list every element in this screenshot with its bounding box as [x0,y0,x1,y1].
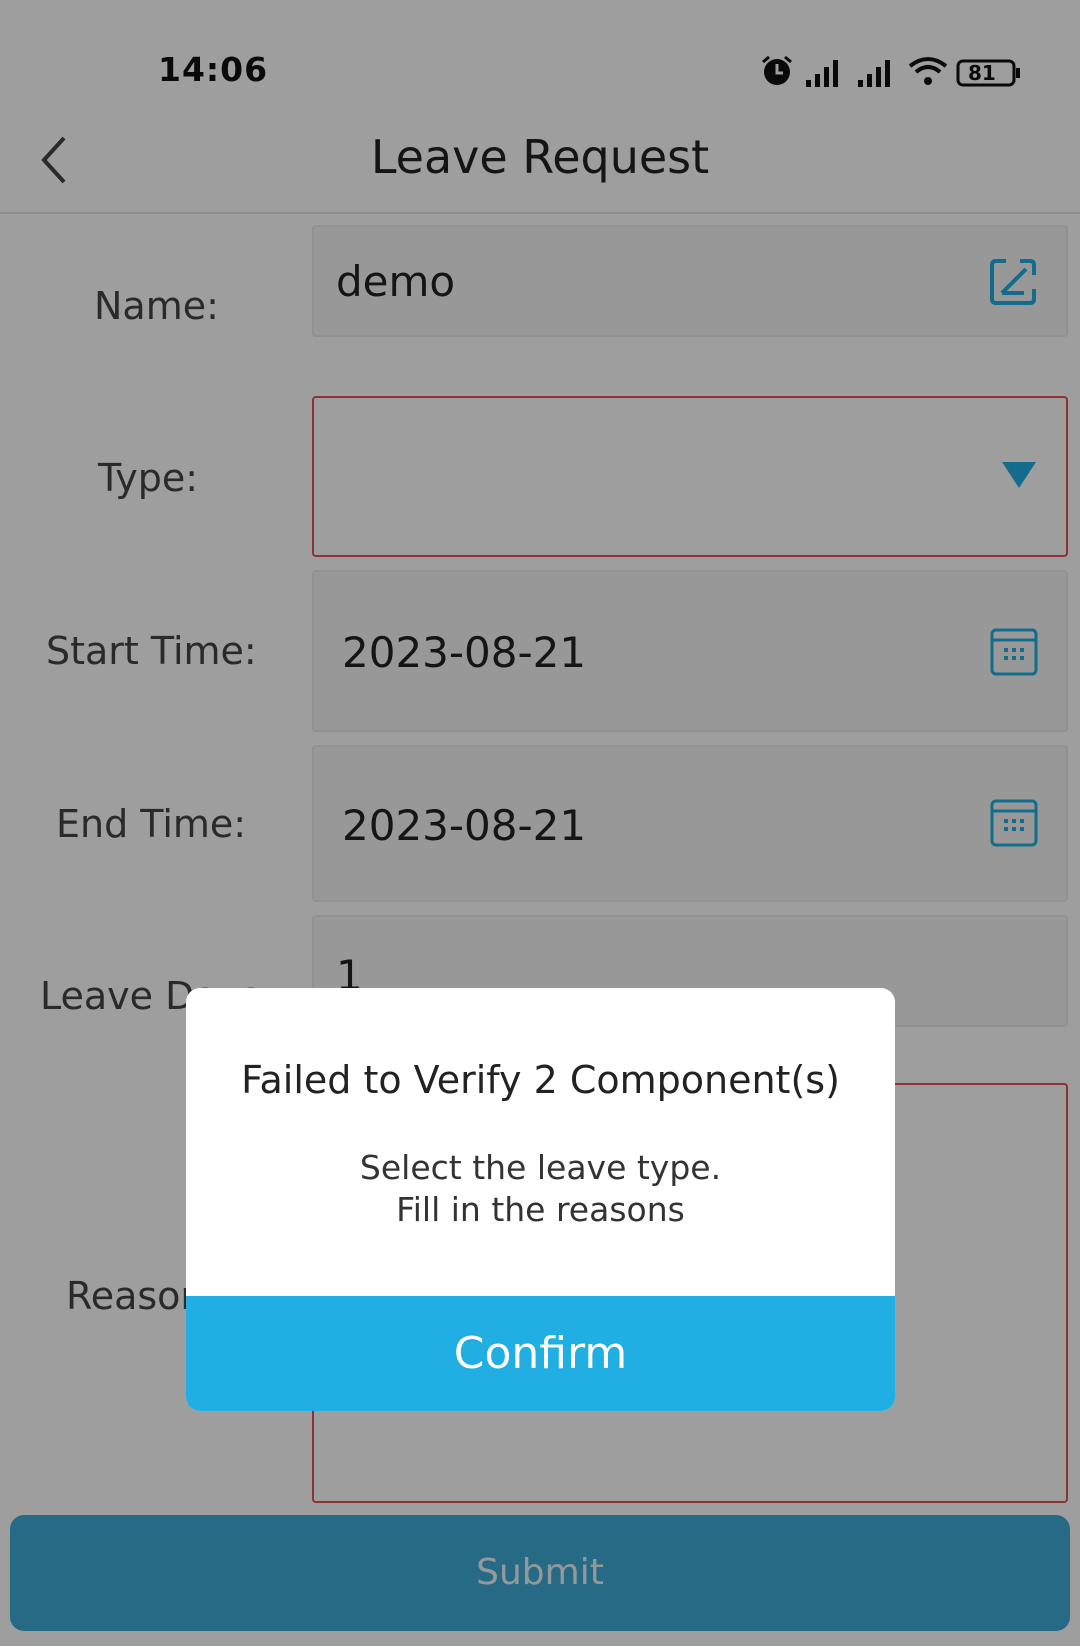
error-dialog: Failed to Verify 2 Component(s) Select t… [186,988,895,1411]
confirm-button[interactable]: Confirm [186,1296,895,1411]
dialog-message: Fill in the reasons [396,1190,685,1229]
dialog-message: Select the leave type. [359,1148,722,1187]
dialog-title: Failed to Verify 2 Component(s) [241,1058,840,1102]
